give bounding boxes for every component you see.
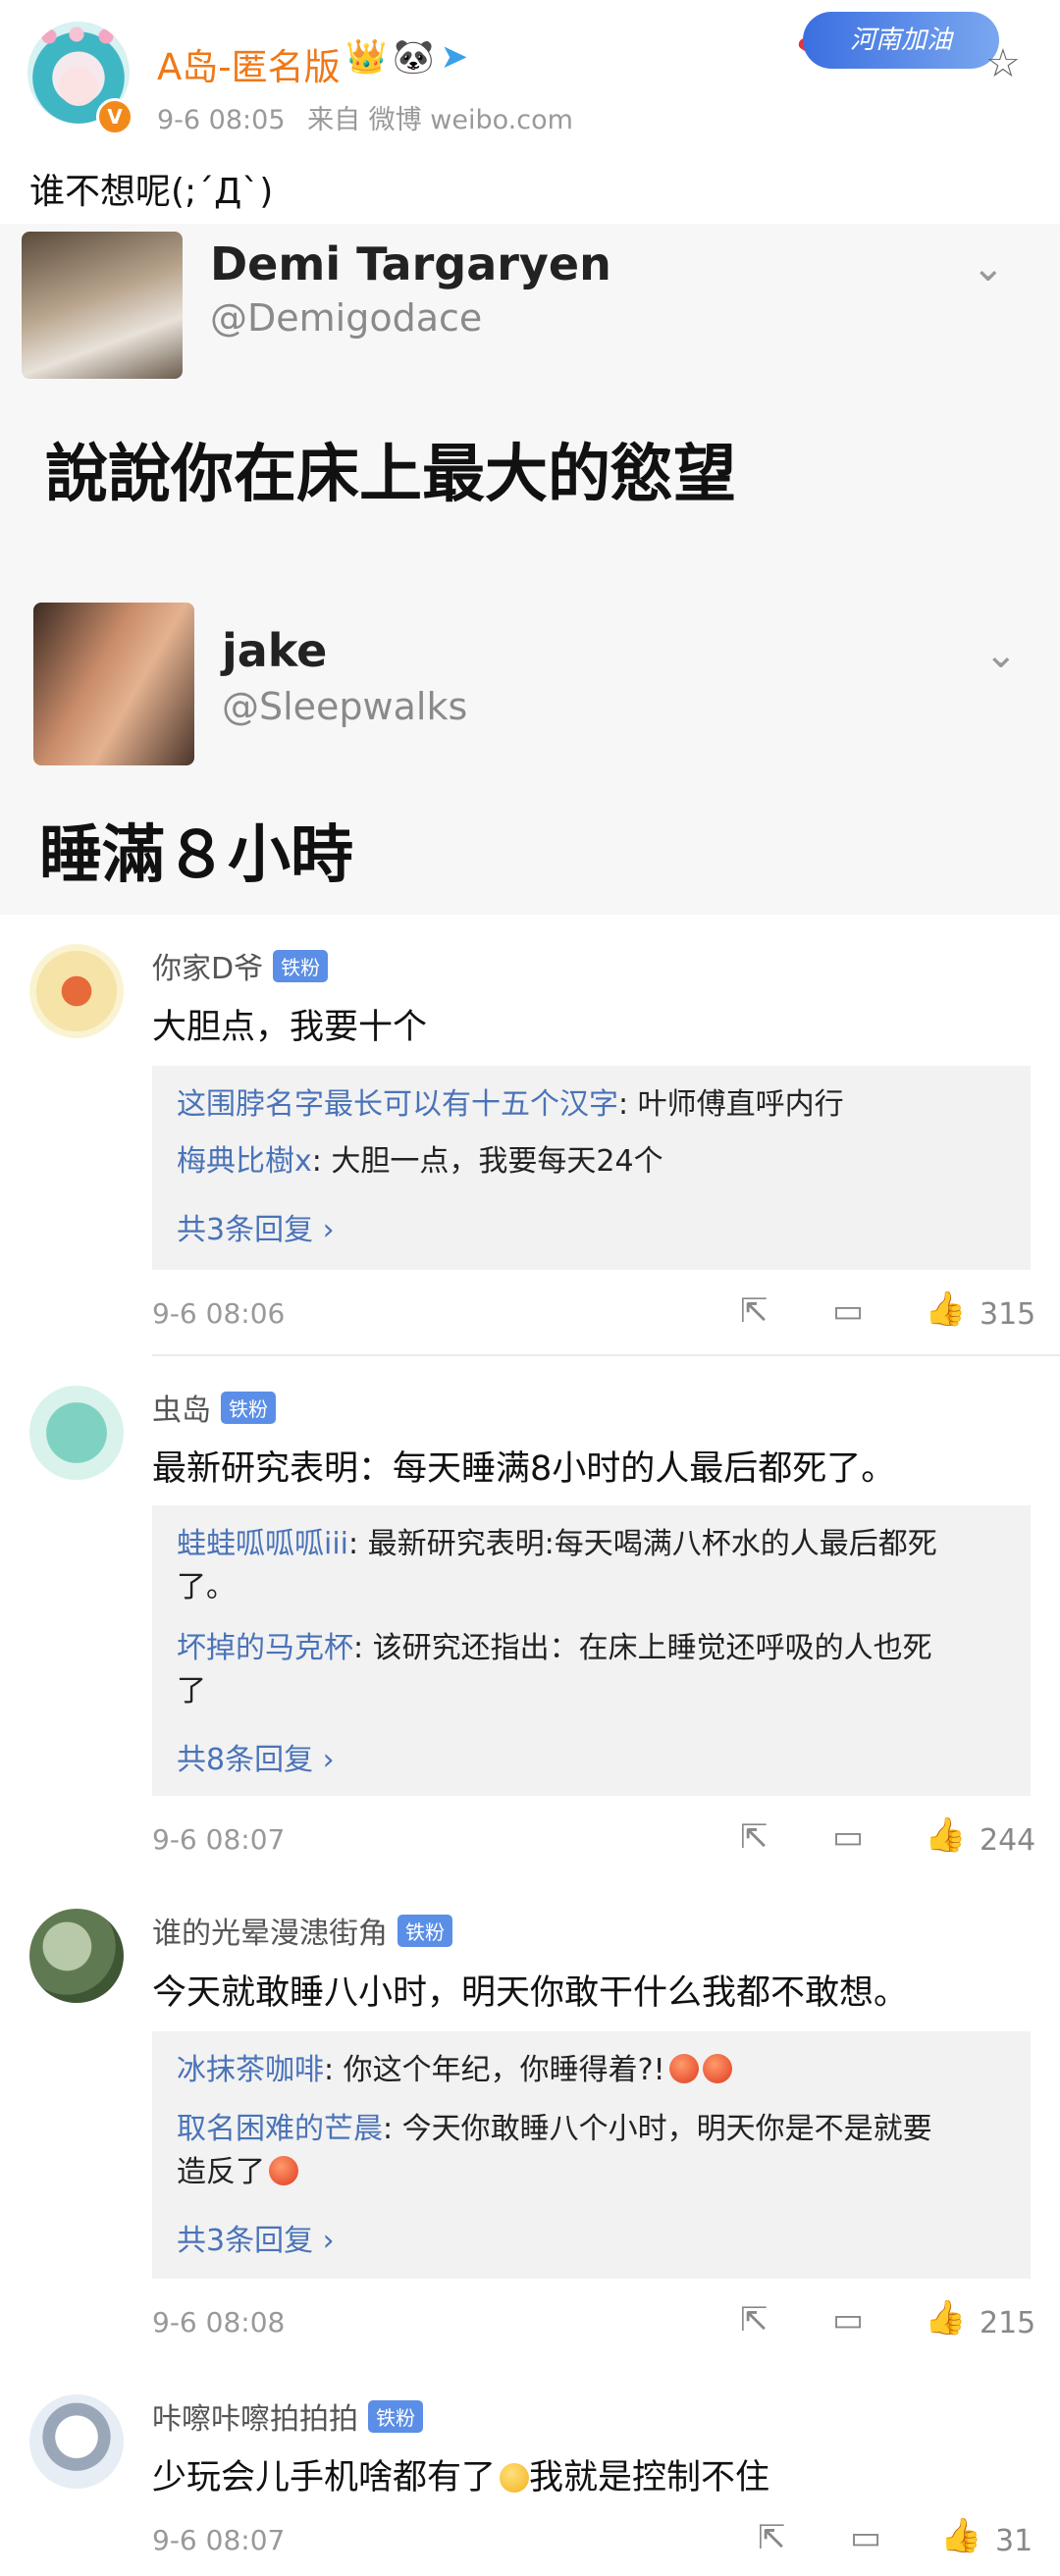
fan-badge: 铁粉 xyxy=(368,2400,423,2433)
fan-badge: 铁粉 xyxy=(273,950,329,982)
crying-emoji-icon xyxy=(500,2463,530,2493)
comment-username[interactable]: 谁的光晕漫漶街角 铁粉 xyxy=(152,1909,452,1952)
comment-text: 最新研究表明：每天睡满8小时的人最后都死了。 xyxy=(152,1449,896,1489)
comment-time: 9-6 08:07 xyxy=(152,1823,286,1856)
comment-icon[interactable]: ▭ xyxy=(832,1291,864,1331)
post-meta: 9-6 08:05 来自 微博 weibo.com xyxy=(157,98,587,136)
comment-avatar[interactable] xyxy=(29,1386,124,1480)
like-count: 244 xyxy=(980,1823,1036,1858)
comment-divider xyxy=(152,1354,1060,1356)
comment-icon[interactable]: ▭ xyxy=(832,1817,864,1857)
reply-item: 坏掉的马克杯: 该研究还指出：在床上睡觉还呼吸的人也死了 xyxy=(177,1631,932,1709)
share-icon[interactable]: ⇱ xyxy=(758,2518,786,2557)
comment-text: 大胆点，我要十个 xyxy=(152,1008,428,1047)
author-badge-icons: 👑🐼➤ xyxy=(345,37,475,77)
reply-item: 取名困难的芒晨: 今天你敢睡八个小时，明天你是不是就要 造反了 xyxy=(177,2112,932,2189)
chevron-down-icon: ⌄ xyxy=(972,245,1005,290)
angry-emoji-icon xyxy=(702,2054,732,2083)
tweet1-name: Demi Targaryen xyxy=(210,237,611,290)
like-icon[interactable]: 👍 xyxy=(925,1289,966,1329)
reply-username: 取名困难的芒晨 xyxy=(177,2112,383,2146)
like-count: 315 xyxy=(980,1297,1036,1332)
comment-avatar[interactable] xyxy=(29,944,124,1038)
share-icon[interactable]: ⇱ xyxy=(740,1291,768,1331)
comment-username[interactable]: 你家D爷 铁粉 xyxy=(152,944,329,987)
comment-time: 9-6 08:06 xyxy=(152,1297,286,1330)
fan-badge: 铁粉 xyxy=(221,1392,276,1424)
reply-username: 蛙蛙呱呱呱iii xyxy=(177,1527,349,1561)
chevron-down-icon: ⌄ xyxy=(984,632,1018,677)
favorite-star-icon[interactable]: ☆ xyxy=(985,41,1021,86)
like-count: 31 xyxy=(995,2524,1034,2558)
post-text: 谁不想呢(;´Д`) xyxy=(29,172,274,212)
reply-box[interactable]: 这围脖名字最长可以有十五个汉字: 叶师傅直呼内行 梅典比樹x: 大胆一点，我要每… xyxy=(152,1066,1031,1270)
fan-badge: 铁粉 xyxy=(398,1915,452,1947)
avatar-face xyxy=(59,67,98,106)
reply-item: 梅典比樹x: 大胆一点，我要每天24个 xyxy=(177,1144,663,1179)
tweet2-handle: @Sleepwalks xyxy=(222,685,468,728)
like-count: 215 xyxy=(980,2306,1036,2340)
like-icon[interactable]: 👍 xyxy=(925,1815,966,1855)
angry-emoji-icon xyxy=(269,2156,298,2185)
tweet1-avatar xyxy=(22,232,183,379)
henan-badge: 河南加油 xyxy=(803,12,999,69)
flower-crown-decoration xyxy=(37,26,120,47)
reply-item: 冰抹茶咖啡: 你这个年纪，你睡得着?! xyxy=(177,2049,1011,2092)
like-icon[interactable]: 👍 xyxy=(940,2516,981,2555)
author-name[interactable]: A岛-匿名版 xyxy=(157,37,341,90)
tweet1-text: 說說你在床上最大的慾望 xyxy=(45,439,736,511)
comment-username[interactable]: 虫岛 铁粉 xyxy=(152,1386,276,1429)
comment-icon[interactable]: ▭ xyxy=(850,2518,881,2557)
tweet1-handle: @Demigodace xyxy=(210,296,483,340)
view-replies-link[interactable]: 共3条回复 › xyxy=(177,2216,335,2259)
share-icon[interactable]: ⇱ xyxy=(740,1817,768,1857)
reply-username: 坏掉的马克杯 xyxy=(177,1631,353,1665)
angry-emoji-icon xyxy=(668,2054,699,2083)
like-icon[interactable]: 👍 xyxy=(925,2298,966,2338)
tweet2-name: jake xyxy=(222,624,328,677)
reply-box[interactable]: 冰抹茶咖啡: 你这个年纪，你睡得着?! 取名困难的芒晨: 今天你敢睡八个小时，明… xyxy=(152,2031,1031,2279)
comment-avatar[interactable] xyxy=(29,2394,124,2489)
verified-badge: V xyxy=(96,98,133,135)
comment-icon[interactable]: ▭ xyxy=(832,2300,864,2339)
comment-text: 少玩会儿手机啥都有了 我就是控制不住 xyxy=(152,2458,770,2497)
comment-time: 9-6 08:07 xyxy=(152,2524,286,2556)
tweet2-text: 睡滿８小時 xyxy=(39,819,353,892)
view-replies-link[interactable]: 共3条回复 › xyxy=(177,1205,335,1248)
reply-username: 这围脖名字最长可以有十五个汉字 xyxy=(177,1087,618,1122)
view-replies-link[interactable]: 共8条回复 › xyxy=(177,1735,335,1778)
reply-username: 冰抹茶咖啡 xyxy=(177,2053,324,2087)
tweet2-avatar xyxy=(33,603,194,765)
reply-item: 蛙蛙呱呱呱iii: 最新研究表明:每天喝满八杯水的人最后都死 了。 xyxy=(177,1527,937,1604)
reply-item: 这围脖名字最长可以有十五个汉字: 叶师傅直呼内行 xyxy=(177,1087,844,1122)
send-icon: ➤ xyxy=(440,37,475,77)
comment-avatar[interactable] xyxy=(29,1909,124,2003)
comment-username[interactable]: 咔嚓咔嚓拍拍拍 铁粉 xyxy=(152,2394,423,2438)
post-source: 来自 微博 weibo.com xyxy=(307,105,573,135)
post-time: 9-6 08:05 xyxy=(157,105,286,135)
reply-box[interactable]: 蛙蛙呱呱呱iii: 最新研究表明:每天喝满八杯水的人最后都死 了。 坏掉的马克杯:… xyxy=(152,1505,1031,1796)
share-icon[interactable]: ⇱ xyxy=(740,2300,768,2339)
comment-text: 今天就敢睡八小时，明天你敢干什么我都不敢想。 xyxy=(152,1973,909,2013)
comment-time: 9-6 08:08 xyxy=(152,2306,286,2339)
reply-username: 梅典比樹x xyxy=(177,1144,312,1179)
